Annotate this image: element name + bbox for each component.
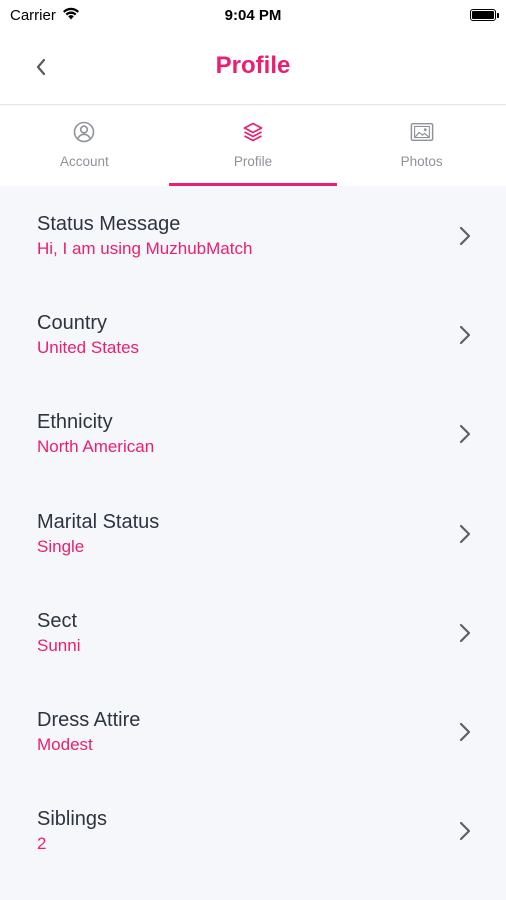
nav-bar: Profile xyxy=(0,30,506,105)
battery-icon xyxy=(470,9,499,21)
chevron-right-icon xyxy=(459,425,471,444)
field-label: Status Message xyxy=(37,212,181,235)
field-value: Hi, I am using MuzhubMatch xyxy=(37,238,253,258)
chevron-right-icon xyxy=(459,822,471,841)
tab-label: Profile xyxy=(233,154,273,169)
field-sect[interactable]: Sect Sunni xyxy=(0,583,506,682)
field-value: 2 xyxy=(37,834,47,854)
chevron-right-icon xyxy=(459,524,471,543)
field-siblings[interactable]: Siblings 2 xyxy=(0,782,506,881)
status-left: Carrier xyxy=(10,7,80,24)
field-value: Sunni xyxy=(37,635,81,655)
field-label: Sect xyxy=(37,609,78,632)
tab-profile[interactable]: Profile xyxy=(168,106,338,186)
layers-icon xyxy=(241,120,265,144)
field-value: United States xyxy=(37,337,140,357)
field-label: Marital Status xyxy=(37,510,160,533)
field-value: Single xyxy=(37,536,85,556)
field-value: Modest xyxy=(37,735,93,755)
tab-account[interactable]: Account xyxy=(0,106,169,186)
status-bar: Carrier 9:04 PM xyxy=(0,0,506,30)
chevron-right-icon xyxy=(459,325,471,345)
field-dress-attire[interactable]: Dress Attire Modest xyxy=(0,682,506,781)
tab-photos[interactable]: Photos xyxy=(337,106,506,186)
chevron-right-icon xyxy=(459,623,471,642)
chevron-right-icon xyxy=(459,723,471,742)
wifi-icon xyxy=(62,7,80,24)
field-country[interactable]: Country United States xyxy=(0,285,506,384)
field-status-message[interactable]: Status Message Hi, I am using MuzhubMatc… xyxy=(0,186,506,285)
tab-label: Account xyxy=(59,154,109,169)
field-marital-status[interactable]: Marital Status Single xyxy=(0,484,506,583)
profile-field-list: Status Message Hi, I am using MuzhubMatc… xyxy=(0,186,506,881)
field-label: Ethnicity xyxy=(37,411,113,434)
field-label: Country xyxy=(37,311,108,334)
field-label: Siblings xyxy=(37,808,108,831)
field-value: North American xyxy=(37,437,155,457)
tab-label: Photos xyxy=(400,154,443,169)
field-ethnicity[interactable]: Ethnicity North American xyxy=(0,385,506,484)
person-circle-icon xyxy=(72,120,96,144)
carrier-label: Carrier xyxy=(10,6,56,24)
page-title: Profile xyxy=(215,52,291,79)
photo-icon xyxy=(410,120,434,144)
chevron-right-icon xyxy=(459,226,471,245)
field-label: Dress Attire xyxy=(37,709,141,732)
tab-bar: Account Profile Photos xyxy=(0,106,506,186)
